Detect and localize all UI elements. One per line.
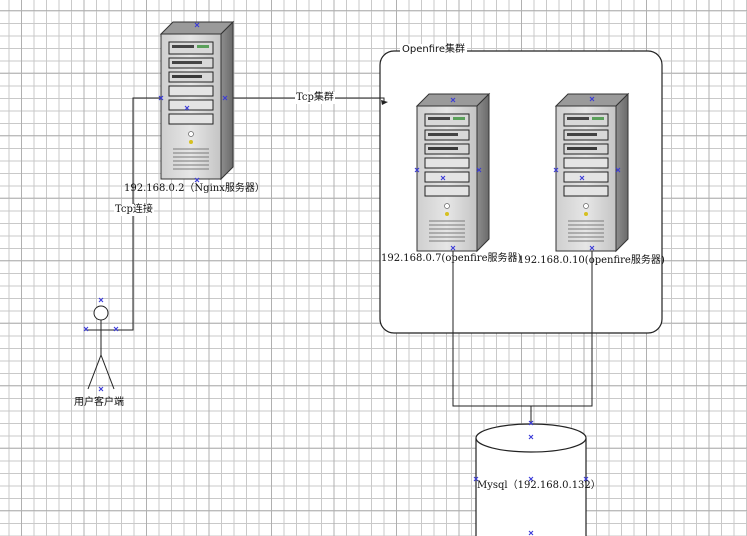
openfire-server-2-icon[interactable] [555, 93, 629, 252]
edge-label-tcp-cluster: Tcp集群 [295, 92, 335, 104]
nginx-server-icon[interactable] [160, 21, 234, 180]
openfire-server-1-label: 192.168.0.7(openfire服务器) [381, 253, 522, 264]
nginx-server-label: 192.168.0.2（Nginx服务器） [124, 183, 265, 194]
cluster-title: Openfire集群 [400, 44, 468, 56]
user-client-icon[interactable] [85, 305, 117, 390]
openfire-server-2-label: 192.168.0.10(openfire服务器) [518, 255, 665, 266]
user-client-label: 用户客户端 [74, 397, 124, 408]
mysql-label: Mysql（192.168.0.132） [477, 480, 601, 491]
diagram-canvas [83, 21, 663, 536]
openfire-server-1-icon[interactable] [416, 93, 490, 252]
edge-label-tcp-connection: Tcp连接 [114, 204, 154, 216]
